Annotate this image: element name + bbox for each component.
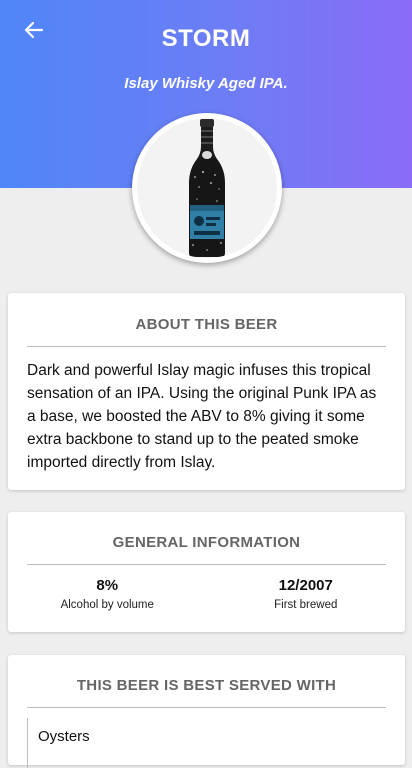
food-pairing-card: THIS BEER IS BEST SERVED WITH Oysters — [8, 655, 405, 768]
food-pairing-item: Oysters — [27, 718, 405, 768]
beer-bottle-image — [189, 119, 225, 257]
about-heading: ABOUT THIS BEER — [135, 316, 278, 333]
first-brewed-label: First brewed — [274, 599, 338, 611]
abv-value: 8% — [96, 577, 119, 594]
general-info-divider — [27, 564, 386, 565]
beer-image-frame — [132, 113, 282, 263]
general-info-heading: GENERAL INFORMATION — [112, 534, 301, 551]
about-card: ABOUT THIS BEER Dark and powerful Islay … — [8, 293, 405, 490]
food-pairing-divider — [27, 707, 386, 708]
stats-row: 8% Alcohol by volume 12/2007 First brewe… — [8, 577, 405, 611]
abv-stat: 8% Alcohol by volume — [8, 577, 207, 611]
abv-label: Alcohol by volume — [60, 599, 154, 611]
page-title: STORM — [161, 25, 251, 52]
beer-tagline: Islay Whisky Aged IPA. — [124, 75, 288, 92]
first-brewed-value: 12/2007 — [278, 577, 333, 594]
food-pairing-heading: THIS BEER IS BEST SERVED WITH — [76, 677, 337, 694]
about-description: Dark and powerful Islay magic infuses th… — [27, 362, 377, 471]
first-brewed-stat: 12/2007 First brewed — [207, 577, 406, 611]
general-info-card: GENERAL INFORMATION 8% Alcohol by volume… — [8, 512, 405, 632]
